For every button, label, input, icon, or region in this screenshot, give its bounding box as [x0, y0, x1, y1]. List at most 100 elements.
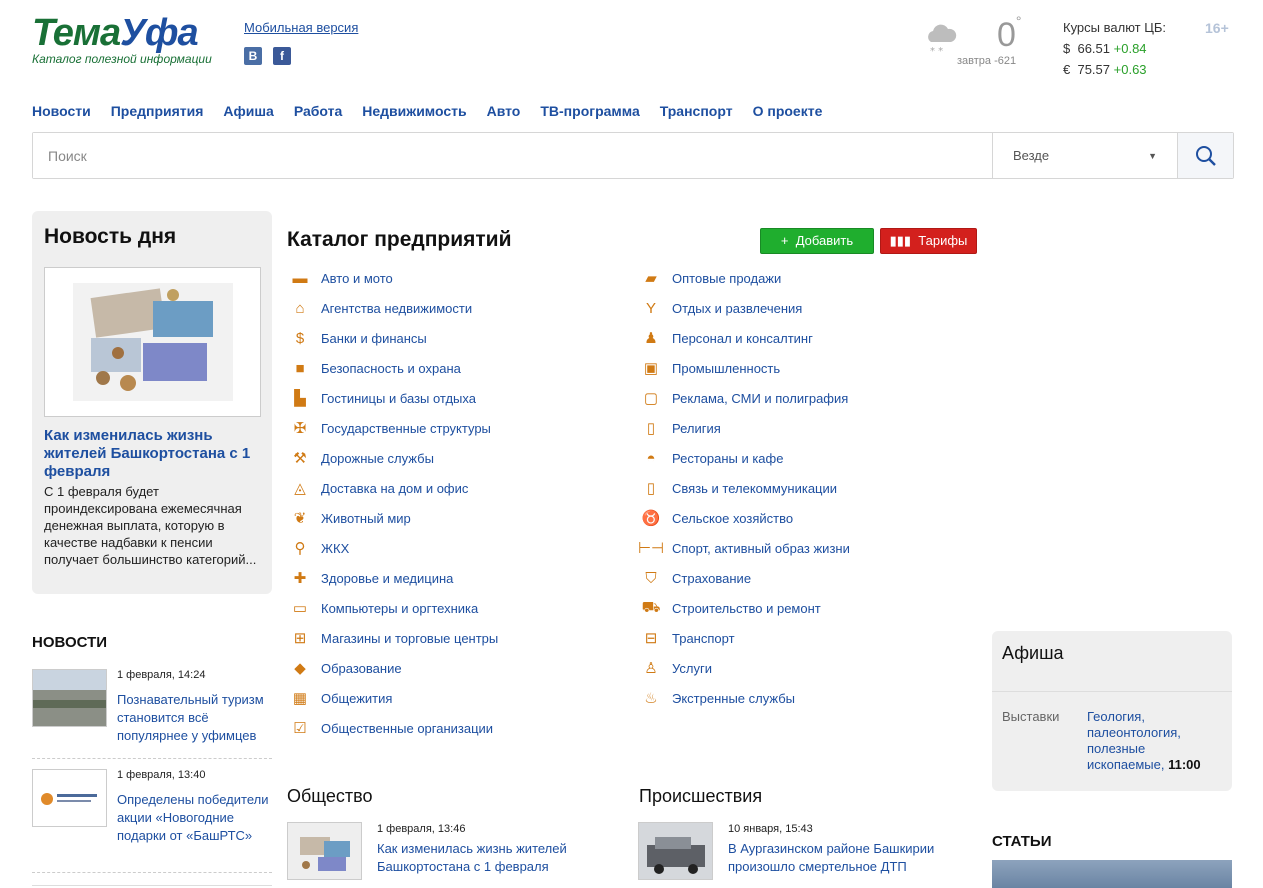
catalog-item[interactable]: ▰ Оптовые продажи	[640, 268, 781, 288]
mobile-version-link[interactable]: Мобильная версия	[244, 20, 358, 35]
catalog-item[interactable]: ▯ Религия	[640, 418, 721, 438]
catalog-item[interactable]: ▬ Авто и мото	[289, 268, 393, 288]
snow-cloud-icon: * *	[928, 24, 957, 56]
catalog-item[interactable]: ⚒ Дорожные службы	[289, 448, 434, 468]
nav-jobs[interactable]: Работа	[294, 103, 342, 119]
catalog-item[interactable]: ⛟ Строительство и ремонт	[640, 598, 821, 618]
incidents-date: 10 января, 15:43	[728, 823, 813, 835]
nav-realty[interactable]: Недвижимость	[362, 103, 466, 119]
monitor-icon: ▭	[292, 600, 308, 617]
catalog-item[interactable]: ◬ Доставка на дом и офис	[289, 478, 468, 498]
catalog-item[interactable]: ♉ Сельское хозяйство	[640, 508, 793, 528]
catalog-item[interactable]: ▙ Гостиницы и базы отдыха	[289, 388, 476, 408]
catalog-item[interactable]: ✚ Здоровье и медицина	[289, 568, 454, 588]
road-worker-icon: ⚒	[293, 450, 307, 467]
dorm-icon: ▦	[292, 690, 308, 707]
catalog-item[interactable]: $ Банки и финансы	[289, 328, 427, 348]
graduation-cap-icon: ◆	[294, 660, 306, 677]
catalog-item[interactable]: ⊞ Магазины и торговые центры	[289, 628, 499, 648]
person-icon: ♟	[644, 330, 658, 347]
main-nav: Новости Предприятия Афиша Работа Недвижи…	[32, 103, 842, 119]
money-photo	[72, 283, 233, 401]
news-item[interactable]: 1 февраля, 13:40 Определены победители а…	[32, 769, 272, 873]
nav-tv[interactable]: ТВ-программа	[540, 103, 639, 119]
catalog-item[interactable]: ⌂ Агентства недвижимости	[289, 298, 472, 318]
search-scope-select[interactable]: Везде ▼	[992, 133, 1177, 178]
catalog-item[interactable]: ⚲ ЖКХ	[289, 538, 350, 558]
svg-text:* *: * *	[930, 46, 943, 56]
article-image[interactable]	[992, 860, 1232, 888]
catalog-item[interactable]: ❦ Животный мир	[289, 508, 411, 528]
shield-icon: ⛉	[645, 569, 657, 587]
catalog-item[interactable]: Y Отдых и развлечения	[640, 298, 802, 318]
news-item[interactable]: 1 февраля, 14:24 Познавательный туризм с…	[32, 669, 272, 759]
eur-rate: € 75.57 +0.63	[1063, 62, 1147, 77]
catalog-item[interactable]: ▯ Связь и телекоммуникации	[640, 478, 837, 498]
catalog-item[interactable]: ▢ Реклама, СМИ и полиграфия	[640, 388, 848, 408]
vk-icon[interactable]: В	[244, 47, 262, 65]
catalog-item[interactable]: ♙ Услуги	[640, 658, 712, 678]
news-of-day-image[interactable]	[44, 267, 261, 417]
nav-companies[interactable]: Предприятия	[111, 103, 204, 119]
nav-about[interactable]: О проекте	[753, 103, 823, 119]
catalog-item[interactable]: ◆ Образование	[289, 658, 401, 678]
faucet-icon: ⚲	[294, 540, 306, 557]
logo-subtitle: Каталог полезной информации	[32, 52, 212, 66]
catalog-item[interactable]: ♟ Персонал и консалтинг	[640, 328, 813, 348]
search-input[interactable]	[33, 133, 992, 178]
truck-icon: ▰	[645, 270, 657, 287]
catalog-item[interactable]: ⊢⊣ Спорт, активный образ жизни	[637, 538, 850, 558]
incidents-title[interactable]: В Аургазинском районе Башкирии произошло…	[728, 840, 968, 876]
afisha-event[interactable]: Геология, палеонтология, полезные ископа…	[1087, 709, 1217, 773]
catalog-item[interactable]: ☑ Общественные организации	[289, 718, 493, 738]
afisha-divider	[992, 691, 1232, 692]
bar-chart-icon: ▮▮▮	[889, 233, 912, 248]
facebook-icon[interactable]: f	[273, 47, 291, 65]
news-date: 1 февраля, 14:24	[117, 669, 206, 681]
age-rating: 16+	[1205, 20, 1229, 36]
society-date: 1 февраля, 13:46	[377, 823, 466, 835]
paw-icon: ❦	[293, 510, 307, 527]
news-title[interactable]: Определены победители акции «Новогодние …	[117, 791, 272, 845]
cocktail-icon: Y	[645, 299, 656, 317]
afisha-heading: Афиша	[1002, 643, 1064, 663]
catalog-item[interactable]: ⊟ Транспорт	[640, 628, 735, 648]
site-logo[interactable]: ТемаУфа Каталог полезной информации	[32, 12, 212, 66]
phone-icon: ▯	[646, 480, 656, 497]
catalog-item[interactable]: ▣ Промышленность	[640, 358, 780, 378]
catalog-item[interactable]: ▭ Компьютеры и оргтехника	[289, 598, 478, 618]
nav-auto[interactable]: Авто	[487, 103, 521, 119]
afisha-card: Афиша Выставки Геология, палеонтология, …	[992, 631, 1232, 791]
book-icon: ▯	[646, 420, 656, 437]
nav-transport[interactable]: Транспорт	[660, 103, 733, 119]
catalog-item[interactable]: ◓ Рестораны и кафе	[640, 448, 783, 468]
add-company-button[interactable]: + Добавить	[760, 228, 874, 254]
medkit-icon: ✚	[293, 570, 307, 587]
society-title[interactable]: Как изменилась жизнь жителей Башкортоста…	[377, 840, 617, 876]
catalog-item[interactable]: ♨ Экстренные службы	[640, 688, 795, 708]
tariffs-button[interactable]: ▮▮▮ Тарифы	[880, 228, 977, 254]
dumbbell-icon: ⊢⊣	[637, 540, 665, 557]
bus-icon: ⊟	[644, 630, 658, 647]
caret-down-icon: ▼	[1148, 150, 1157, 161]
weather-temperature: 0°	[997, 12, 1022, 54]
nav-afisha[interactable]: Афиша	[223, 103, 273, 119]
currency-rates: Курсы валют ЦБ: $ 66.51 +0.84 € 75.57 +0…	[1063, 17, 1166, 80]
incidents-heading: Происшествия	[639, 786, 763, 806]
news-heading: НОВОСТИ	[32, 634, 108, 651]
news-of-day-heading: Новость дня	[44, 225, 177, 248]
news-title[interactable]: Познавательный туризм становится всё поп…	[117, 691, 272, 745]
search-button[interactable]	[1177, 133, 1233, 178]
cart-icon: ⊞	[293, 630, 307, 647]
bed-icon: ▙	[294, 390, 306, 407]
catalog-item[interactable]: ▦ Общежития	[289, 688, 393, 708]
catalog-item[interactable]: ⛉ Страхование	[640, 568, 751, 588]
news-of-day-title[interactable]: Как изменилась жизнь жителей Башкортоста…	[44, 427, 260, 481]
society-heading: Общество	[287, 786, 373, 806]
search-scope-value: Везде	[1013, 148, 1050, 163]
nav-news[interactable]: Новости	[32, 103, 91, 119]
catalog-item[interactable]: ✠ Государственные структуры	[289, 418, 491, 438]
logo-text-tema: Тема	[32, 12, 121, 54]
news-thumbnail	[32, 769, 107, 827]
catalog-item[interactable]: ■ Безопасность и охрана	[289, 358, 460, 378]
